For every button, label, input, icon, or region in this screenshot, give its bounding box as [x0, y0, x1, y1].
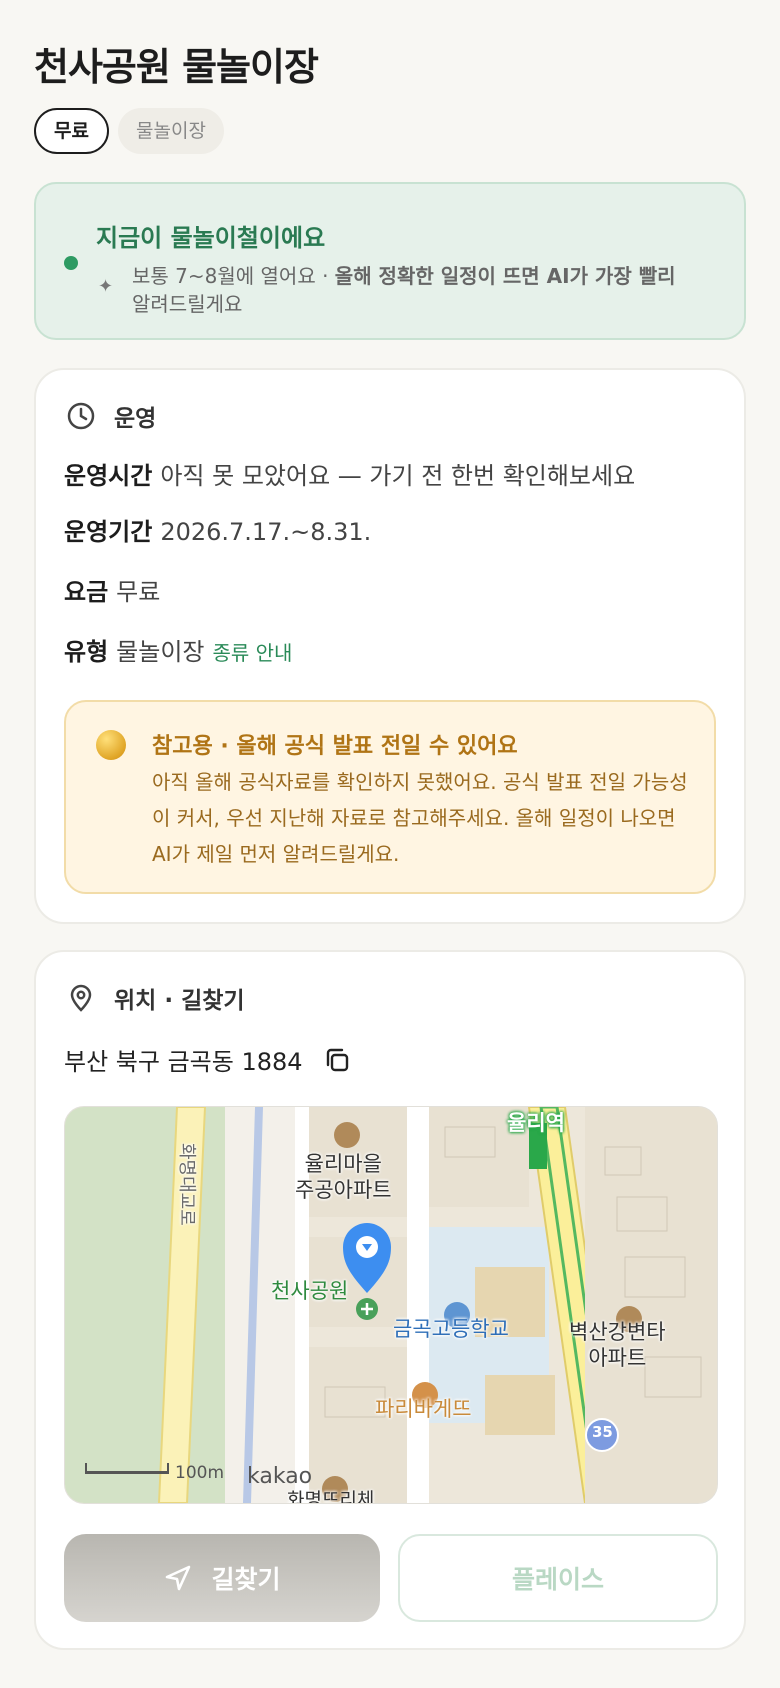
- reference-notice: 참고용 · 올해 공식 발표 전일 수 있어요 아직 올해 공식자료를 확인하지…: [64, 700, 716, 894]
- operation-heading: 운영: [114, 406, 157, 432]
- map-scale: 100m: [175, 1463, 225, 1483]
- map-view[interactable]: 율리마을 주공아파트 천사공원 금곡고등학교 벽산강변타 아파트 파리바게뜨 율…: [64, 1106, 718, 1504]
- map-label-bakery: 파리바게뜨: [375, 1397, 472, 1421]
- map-label-park: 천사공원: [271, 1279, 349, 1303]
- address-row: 부산 북구 금곡동 1884: [64, 1042, 351, 1077]
- operation-header: 운영: [66, 400, 156, 432]
- period-row: 운영기간 2026.7.17.~8.31.: [64, 518, 372, 546]
- location-header: 위치 · 길찾기: [66, 982, 245, 1014]
- season-status-dot: [64, 256, 78, 270]
- fee-chip: 무료: [34, 108, 109, 154]
- place-button[interactable]: 플레이스: [398, 1534, 718, 1622]
- map-label-school: 금곡고등학교: [393, 1317, 509, 1341]
- navigation-arrow-icon: [166, 1565, 191, 1591]
- operation-card: 운영 운영시간 아직 못 모았어요 — 가기 전 한번 확인해보세요 운영기간 20…: [34, 368, 746, 924]
- map-label-yulli-apartment: 율리마을 주공아파트: [295, 1152, 392, 1202]
- hours-row: 운영시간 아직 못 모았어요 — 가기 전 한번 확인해보세요: [64, 462, 636, 490]
- notice-title: 참고용 · 올해 공식 발표 전일 수 있어요: [152, 734, 518, 759]
- map-label-byeoksan-apartment: 벽산강변타 아파트: [569, 1320, 666, 1370]
- kakao-logo: kakao: [247, 1464, 313, 1489]
- sparkle-icon: ✦: [98, 276, 114, 297]
- season-banner: 지금이 물놀이철이에요 ✦ 보통 7~8월에 열어요 · 올해 정확한 일정이 …: [34, 182, 746, 340]
- map-route-number: 35: [592, 1423, 613, 1441]
- fee-row: 요금 무료: [64, 578, 161, 606]
- location-heading: 위치 · 길찾기: [114, 988, 245, 1014]
- notice-body: 아직 올해 공식자료를 확인하지 못했어요. 공식 발표 전일 가능성이 커서,…: [152, 770, 688, 866]
- map-label-road: 화명대교로: [176, 1143, 197, 1226]
- clock-icon: [67, 402, 95, 430]
- type-guide-link[interactable]: 종류 안내: [213, 641, 293, 665]
- season-description: 보통 7~8월에 열어요 · 올해 정확한 일정이 뜨면 AI가 가장 빨리 알려…: [132, 264, 676, 316]
- sun-icon: [96, 730, 126, 760]
- season-title: 지금이 물놀이철이에요: [96, 224, 326, 252]
- copy-icon[interactable]: [323, 1046, 351, 1074]
- directions-label: 길찾기: [211, 1565, 281, 1594]
- directions-button[interactable]: 길찾기: [64, 1534, 380, 1622]
- address-text: 부산 북구 금곡동 1884: [64, 1048, 303, 1076]
- page-title: 천사공원 물놀이장: [34, 45, 319, 89]
- type-chip: 물놀이장: [118, 108, 224, 154]
- map-label-station: 율리역: [507, 1111, 565, 1135]
- map-label-cut: 화명뜨리체: [287, 1489, 375, 1504]
- location-card: 위치 · 길찾기 부산 북구 금곡동 1884 율리마을 주공아파트 천사공원 …: [34, 950, 746, 1650]
- location-pin-icon: [70, 984, 92, 1012]
- type-row: 유형 물놀이장 종류 안내: [64, 638, 293, 666]
